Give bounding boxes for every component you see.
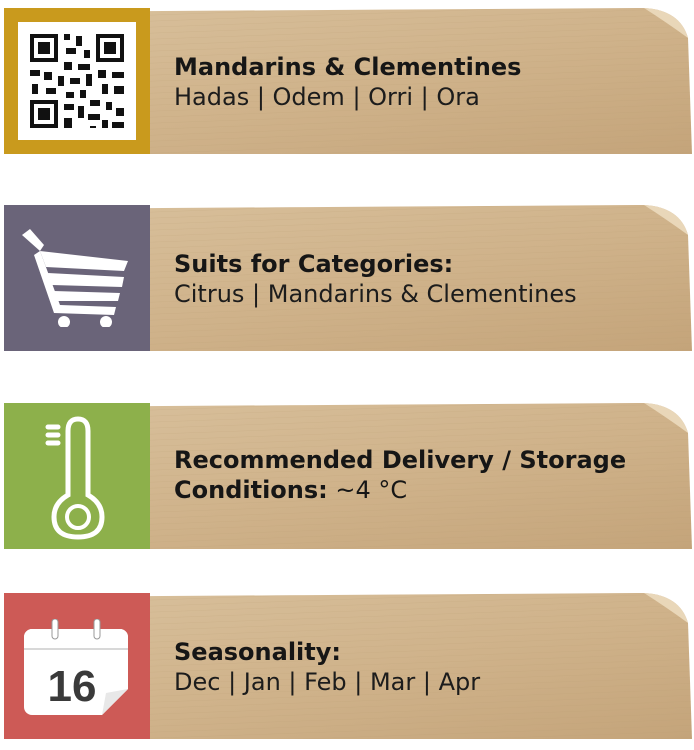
qr-code-icon bbox=[18, 22, 136, 140]
thermometer-icon bbox=[45, 416, 105, 540]
temperature-value: ~4 °C bbox=[335, 476, 408, 504]
card-text: Suits for Categories: Citrus | Mandarins… bbox=[174, 249, 652, 309]
card-text: Seasonality: Dec | Jan | Feb | Mar | Apr bbox=[174, 637, 652, 697]
calendar-day-number: 16 bbox=[48, 662, 97, 711]
card-heading: Mandarins & Clementines bbox=[174, 53, 522, 81]
card-heading: Seasonality: bbox=[174, 638, 341, 666]
card-value: Dec | Jan | Feb | Mar | Apr bbox=[174, 668, 481, 696]
card-heading: Suits for Categories: bbox=[174, 250, 454, 278]
qr-tile bbox=[4, 8, 150, 154]
calendar-tile: 16 bbox=[4, 593, 150, 739]
categories-card: Suits for Categories: Citrus | Mandarins… bbox=[4, 205, 692, 351]
card-text: Recommended Delivery / Storage Condition… bbox=[174, 445, 652, 505]
card-text: Mandarins & Clementines Hadas | Odem | O… bbox=[174, 52, 652, 112]
variety-card: Mandarins & Clementines Hadas | Odem | O… bbox=[4, 8, 692, 154]
cart-tile bbox=[4, 205, 150, 351]
card-value: Hadas | Odem | Orri | Ora bbox=[174, 83, 480, 111]
card-value: Citrus | Mandarins & Clementines bbox=[174, 280, 577, 308]
storage-card: Recommended Delivery / Storage Condition… bbox=[4, 403, 692, 549]
calendar-icon: 16 bbox=[24, 619, 128, 715]
card-heading-line2: Conditions: bbox=[174, 476, 328, 504]
seasonality-card: 16 Seasonality: Dec | Jan | Feb | Mar | … bbox=[4, 593, 692, 739]
shopping-cart-icon bbox=[22, 229, 128, 327]
card-value: ~4 °C bbox=[335, 476, 407, 504]
thermometer-tile bbox=[4, 403, 150, 549]
card-heading-line1: Recommended Delivery / Storage bbox=[174, 446, 627, 474]
